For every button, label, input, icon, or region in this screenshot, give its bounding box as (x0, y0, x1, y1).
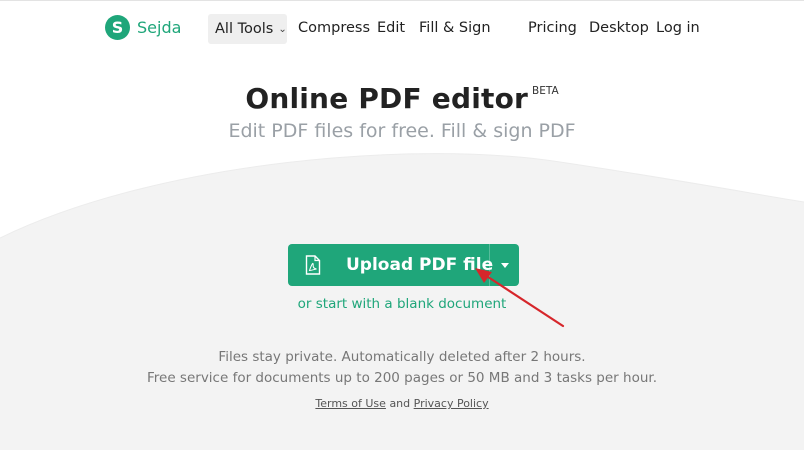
page-title-text: Online PDF editor (245, 82, 529, 115)
blank-document-link: or start with a blank document (0, 296, 804, 312)
nav-login-link[interactable]: Log in (656, 20, 700, 36)
page-title: Online PDF editor BETA (0, 82, 804, 115)
blank-document-link-text[interactable]: or start with a blank document (298, 296, 507, 312)
nav-all-tools-dropdown[interactable]: All Tools ⌄ (208, 14, 287, 44)
privacy-info-text: Files stay private. Automatically delete… (218, 349, 586, 365)
legal-links: Terms of Use and Privacy Policy (0, 397, 804, 410)
upload-pdf-label: Upload PDF file (346, 255, 494, 275)
upload-options-dropdown[interactable] (489, 244, 519, 286)
upload-pdf-button[interactable]: Upload PDF file (288, 244, 519, 286)
pdf-file-icon (305, 255, 321, 275)
privacy-policy-link[interactable]: Privacy Policy (414, 397, 489, 410)
sejda-logo-icon: S (105, 15, 130, 40)
nav-all-tools-label: All Tools (215, 21, 274, 37)
caret-down-icon (500, 262, 509, 268)
beta-badge: BETA (532, 85, 559, 97)
brand-logo[interactable]: S Sejda (105, 15, 181, 40)
nav-edit-link[interactable]: Edit (377, 20, 405, 36)
top-navigation: S Sejda All Tools ⌄ Compress Edit Fill &… (0, 0, 804, 56)
nav-pricing-link[interactable]: Pricing (528, 20, 577, 36)
brand-name: Sejda (137, 18, 182, 37)
limits-info-text: Free service for documents up to 200 pag… (146, 370, 657, 386)
page-subtitle: Edit PDF files for free. Fill & sign PDF (228, 120, 576, 142)
nav-compress-link[interactable]: Compress (298, 20, 370, 36)
terms-of-use-link[interactable]: Terms of Use (315, 397, 386, 410)
nav-fill-sign-link[interactable]: Fill & Sign (419, 20, 491, 36)
legal-and-text: and (389, 397, 411, 410)
chevron-down-icon: ⌄ (278, 23, 287, 35)
nav-desktop-link[interactable]: Desktop (589, 20, 649, 36)
